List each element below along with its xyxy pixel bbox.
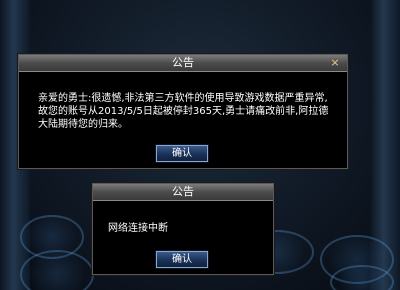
- announcement-dialog: 公告 × 亲爱的勇士:很遗憾,非法第三方软件的使用导致游戏数据严重异常,故您的账…: [18, 54, 348, 169]
- dialog-titlebar: 公告 ×: [19, 55, 347, 72]
- confirm-button[interactable]: 确认: [156, 145, 208, 162]
- network-dialog: 公告 网络连接中断 确认: [92, 183, 274, 275]
- announcement-message: 亲爱的勇士:很遗憾,非法第三方软件的使用导致游戏数据严重异常,故您的账号从201…: [38, 93, 329, 130]
- dialog-title: 公告: [172, 185, 194, 198]
- floor-ornament: [20, 250, 94, 290]
- dialog-titlebar: 公告: [93, 184, 273, 201]
- close-icon[interactable]: ×: [329, 55, 341, 71]
- dialog-title: 公告: [172, 56, 194, 69]
- network-message: 网络连接中断: [108, 223, 168, 234]
- confirm-button[interactable]: 确认: [156, 251, 208, 268]
